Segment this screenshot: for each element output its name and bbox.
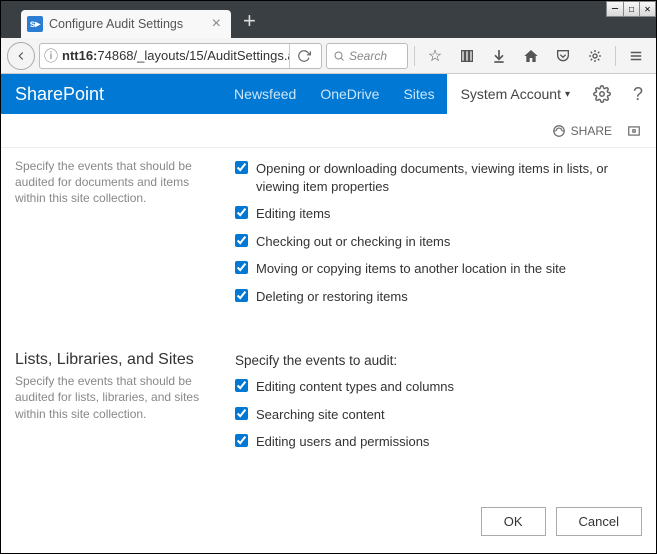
suite-link-onedrive[interactable]: OneDrive (308, 74, 391, 114)
docs-item-row: Checking out or checking in items (235, 233, 642, 251)
pocket-icon[interactable] (549, 42, 577, 70)
separator (615, 46, 616, 66)
sharepoint-suite-bar: SharePoint Newsfeed OneDrive Sites Syste… (1, 74, 656, 114)
account-menu[interactable]: System Account ▾ (447, 74, 584, 114)
cancel-button[interactable]: Cancel (556, 507, 642, 536)
docs-item-label: Deleting or restoring items (256, 288, 408, 306)
docs-item-checkbox[interactable] (235, 206, 248, 219)
docs-item-row: Moving or copying items to another locat… (235, 260, 642, 278)
lists-item-label: Editing content types and columns (256, 378, 454, 396)
suite-link-sites[interactable]: Sites (391, 74, 446, 114)
browser-tab-title: Configure Audit Settings (49, 17, 206, 31)
bookmark-star-icon[interactable]: ☆ (421, 42, 449, 70)
menu-icon[interactable] (622, 42, 650, 70)
search-box[interactable]: Search (326, 43, 408, 69)
docs-item-row: Editing items (235, 205, 642, 223)
suite-nav: Newsfeed OneDrive Sites System Account ▾… (222, 74, 656, 114)
docs-item-checkbox[interactable] (235, 161, 248, 174)
docs-item-label: Opening or downloading documents, viewin… (256, 160, 642, 195)
separator (414, 46, 415, 66)
lists-item-row: Editing users and permissions (235, 433, 642, 451)
browser-tab[interactable]: s▸ Configure Audit Settings × (21, 10, 231, 38)
caret-down-icon: ▾ (565, 89, 570, 100)
content: Specify the events that should be audite… (1, 148, 656, 553)
section-documents-desc: Specify the events that should be audite… (15, 158, 215, 207)
docs-item-row: Opening or downloading documents, viewin… (235, 160, 642, 195)
lists-item-label: Editing users and permissions (256, 433, 429, 451)
lists-item-row: Editing content types and columns (235, 378, 642, 396)
reload-button[interactable] (289, 44, 317, 68)
section-lists: Lists, Libraries, and Sites Specify the … (15, 351, 642, 461)
window-close-button[interactable]: ✕ (639, 2, 655, 16)
lists-item-checkbox[interactable] (235, 434, 248, 447)
search-icon (333, 50, 345, 62)
suite-link-newsfeed[interactable]: Newsfeed (222, 74, 308, 114)
lists-item-checkbox[interactable] (235, 407, 248, 420)
lists-item-checkbox[interactable] (235, 379, 248, 392)
tab-close-icon[interactable]: × (212, 15, 221, 33)
docs-item-label: Moving or copying items to another locat… (256, 260, 566, 278)
home-icon[interactable] (517, 42, 545, 70)
docs-item-checkbox[interactable] (235, 234, 248, 247)
url-text: ntt16:74868/_layouts/15/AuditSettings.as… (62, 48, 289, 63)
section-lists-title: Lists, Libraries, and Sites (15, 351, 215, 369)
scroll-area[interactable]: Specify the events that should be audite… (1, 148, 656, 553)
focus-button[interactable] (626, 124, 642, 138)
library-icon[interactable] (453, 42, 481, 70)
docs-item-row: Deleting or restoring items (235, 288, 642, 306)
help-icon[interactable]: ? (620, 74, 656, 114)
browser-navbar: ⓘ ntt16:74868/_layouts/15/AuditSettings.… (1, 38, 656, 74)
ok-button[interactable]: OK (481, 507, 546, 536)
lists-item-label: Searching site content (256, 406, 385, 424)
extension-icon[interactable] (581, 42, 609, 70)
window-controls: ─ ☐ ✕ (606, 1, 656, 17)
page-actions-row: SHARE (1, 114, 656, 148)
window-minimize-button[interactable]: ─ (607, 2, 623, 16)
search-placeholder: Search (349, 49, 387, 63)
sharepoint-favicon-icon: s▸ (27, 16, 43, 32)
url-bar[interactable]: ⓘ ntt16:74868/_layouts/15/AuditSettings.… (39, 43, 322, 69)
downloads-icon[interactable] (485, 42, 513, 70)
site-info-icon[interactable]: ⓘ (44, 46, 58, 66)
share-button[interactable]: SHARE (552, 124, 612, 138)
docs-item-checkbox[interactable] (235, 261, 248, 274)
section-documents: Specify the events that should be audite… (15, 158, 642, 315)
back-button[interactable] (7, 42, 35, 70)
section-lists-desc: Specify the events that should be audite… (15, 373, 215, 422)
docs-item-checkbox[interactable] (235, 289, 248, 302)
docs-item-label: Editing items (256, 205, 330, 223)
window-maximize-button[interactable]: ☐ (623, 2, 639, 16)
share-icon (552, 124, 566, 138)
docs-item-label: Checking out or checking in items (256, 233, 450, 251)
brand-label[interactable]: SharePoint (1, 84, 118, 105)
settings-gear-icon[interactable] (584, 74, 620, 114)
lists-item-row: Searching site content (235, 406, 642, 424)
new-tab-button[interactable]: + (243, 8, 256, 34)
fullscreen-icon (626, 124, 642, 138)
section-lists-heading: Specify the events to audit: (235, 353, 642, 368)
button-row: OK Cancel (15, 497, 642, 553)
browser-tabstrip: s▸ Configure Audit Settings × + (1, 1, 656, 38)
